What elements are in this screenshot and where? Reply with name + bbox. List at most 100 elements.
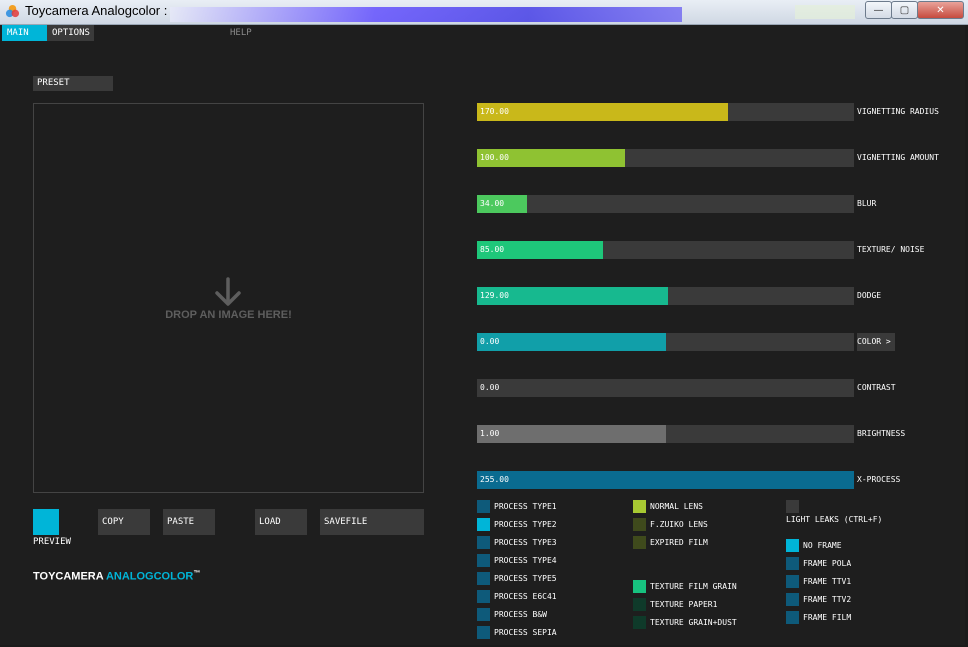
option-label: EXPIRED FILM [650,538,708,547]
process-option-process-type3[interactable]: PROCESS TYPE3 [477,536,557,549]
app-area: MAIN OPTIONS HELP PRESET DROP AN IMAGE H… [0,25,965,645]
texture-option-texture-paper1[interactable]: TEXTURE PAPER1 [633,598,717,611]
slider-label: BRIGHTNESS [857,429,906,438]
logo-trademark: ™ [193,570,201,577]
slider-label[interactable]: COLOR > [857,333,895,351]
process-option-process-type1[interactable]: PROCESS TYPE1 [477,500,557,513]
option-checkbox[interactable] [786,593,799,606]
texture-option-texture-film-grain[interactable]: TEXTURE FILM GRAIN [633,580,737,593]
drop-zone-text: DROP AN IMAGE HERE! [165,309,292,321]
slider-label: VIGNETTING RADIUS [857,107,939,116]
frame-option-frame-film[interactable]: FRAME FILM [786,611,851,624]
process-option-process-sepia[interactable]: PROCESS SEPIA [477,626,557,639]
option-checkbox[interactable] [477,572,490,585]
preview-label: PREVIEW [33,537,71,547]
lens-option-expired-film[interactable]: EXPIRED FILM [633,536,708,549]
logo-accent-text: ANALOGCOLOR [105,570,194,583]
option-label: PROCESS TYPE3 [494,538,557,547]
slider-value: 170.00 [480,107,509,116]
slider-vignetting-amount[interactable]: 100.00 [477,149,854,167]
option-label: NORMAL LENS [650,502,703,511]
tab-main[interactable]: MAIN [2,25,47,41]
option-checkbox[interactable] [633,598,646,611]
slider-blur[interactable]: 34.00 [477,195,854,213]
load-button[interactable]: LOAD [255,509,307,535]
option-checkbox[interactable] [633,536,646,549]
lens-option-normal-lens[interactable]: NORMAL LENS [633,500,703,513]
slider-fill [477,333,666,351]
slider-vignetting-radius[interactable]: 170.00 [477,103,854,121]
option-checkbox[interactable] [477,554,490,567]
option-label: PROCESS E6C41 [494,592,557,601]
texture-option-texture-grain-dust[interactable]: TEXTURE GRAIN+DUST [633,616,737,629]
process-option-process-type2[interactable]: PROCESS TYPE2 [477,518,557,531]
frame-option-frame-pola[interactable]: FRAME POLA [786,557,851,570]
minimize-button[interactable]: — [865,1,892,19]
option-checkbox[interactable] [633,500,646,513]
slider-value: 100.00 [480,153,509,162]
slider-label: VIGNETTING AMOUNT [857,153,939,162]
option-checkbox[interactable] [477,626,490,639]
slider-dodge[interactable]: 129.00 [477,287,854,305]
option-checkbox[interactable] [477,590,490,603]
slider-value: 85.00 [480,245,505,254]
option-checkbox[interactable] [477,500,490,513]
option-checkbox[interactable] [633,580,646,593]
option-checkbox[interactable] [477,608,490,621]
paste-button[interactable]: PASTE [163,509,215,535]
logo-text: TOYCAMERA [33,570,106,583]
slider-texture-noise[interactable]: 85.00 [477,241,854,259]
slider-value: 34.00 [480,199,505,208]
option-label: TEXTURE GRAIN+DUST [650,618,737,627]
option-label: FRAME TTV1 [803,577,852,586]
copy-button[interactable]: COPY [98,509,150,535]
process-option-process-b-w[interactable]: PROCESS B&W [477,608,547,621]
title-bar-background [795,5,855,19]
slider-label: CONTRAST [857,383,896,392]
tab-options[interactable]: OPTIONS [47,25,94,41]
slider-x-process[interactable]: 255.00 [477,471,854,489]
option-label: FRAME FILM [803,613,852,622]
slider-value: 1.00 [480,429,500,438]
option-label: FRAME POLA [803,559,852,568]
slider-brightness[interactable]: 1.00 [477,425,854,443]
slider-color[interactable]: 0.00 [477,333,854,351]
close-icon: ✕ [936,4,945,16]
slider-value: 129.00 [480,291,509,300]
light-leaks-toggle[interactable] [786,500,799,513]
preview-toggle[interactable] [33,509,59,535]
slider-value: 0.00 [480,383,500,392]
close-button[interactable]: ✕ [917,1,964,19]
window-title: Toycamera Analogcolor : [25,3,168,18]
option-checkbox[interactable] [786,539,799,552]
option-checkbox[interactable] [786,611,799,624]
option-checkbox[interactable] [786,557,799,570]
process-option-process-type4[interactable]: PROCESS TYPE4 [477,554,557,567]
option-checkbox[interactable] [633,616,646,629]
lens-option-f-zuiko-lens[interactable]: F.ZUIKO LENS [633,518,708,531]
down-arrow-icon [215,277,241,306]
savefile-button[interactable]: SAVEFILE [320,509,424,535]
option-label: F.ZUIKO LENS [650,520,708,529]
slider-label: X-PROCESS [857,475,901,484]
option-checkbox[interactable] [477,536,490,549]
slider-contrast[interactable]: 0.00 [477,379,854,397]
option-checkbox[interactable] [786,575,799,588]
preset-button[interactable]: PRESET [33,76,113,91]
maximize-button[interactable]: ▢ [891,1,918,19]
slider-fill [477,471,854,489]
option-checkbox[interactable] [477,518,490,531]
slider-label: DODGE [857,291,882,300]
process-option-process-type5[interactable]: PROCESS TYPE5 [477,572,557,585]
option-label: PROCESS SEPIA [494,628,557,637]
tab-help[interactable]: HELP [225,25,265,41]
slider-value: 255.00 [480,475,509,484]
title-bar-background [170,7,682,22]
frame-option-frame-ttv2[interactable]: FRAME TTV2 [786,593,851,606]
process-option-process-e6c41[interactable]: PROCESS E6C41 [477,590,557,603]
frame-option-frame-ttv1[interactable]: FRAME TTV1 [786,575,851,588]
image-drop-zone[interactable]: DROP AN IMAGE HERE! [33,103,424,493]
option-label: PROCESS B&W [494,610,547,619]
frame-option-no-frame[interactable]: NO FRAME [786,539,842,552]
option-checkbox[interactable] [633,518,646,531]
